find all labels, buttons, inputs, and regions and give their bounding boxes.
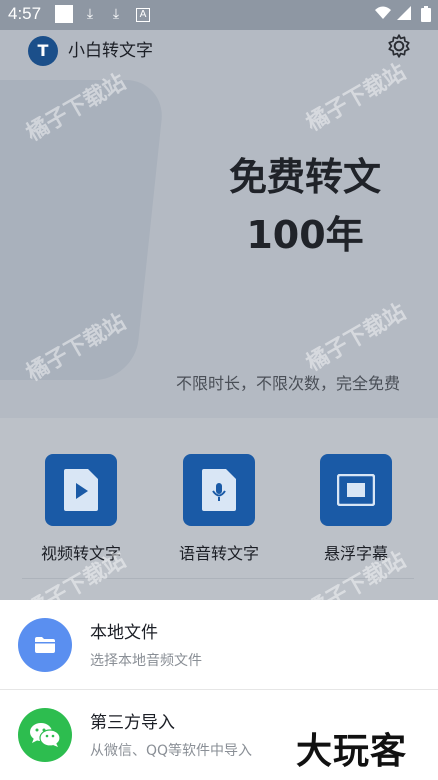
sheet-item-title: 第三方导入 xyxy=(90,713,175,733)
battery-icon xyxy=(418,6,434,22)
floating-window-icon xyxy=(320,454,392,526)
wifi-icon xyxy=(375,6,391,22)
app-logo: T xyxy=(28,36,58,66)
app-background: T 小白转文字 免费转文 100年 不限时长，不限次数，完全免费 橘子下载站 橘… xyxy=(0,30,438,600)
download-icon: ⤓ xyxy=(86,6,94,22)
status-time: 4:57 xyxy=(8,4,42,23)
signal-icon xyxy=(396,6,412,22)
hero-headline: 免费转文 100年 xyxy=(200,148,410,264)
sheet-item-subtitle: 选择本地音频文件 xyxy=(90,653,202,669)
a-icon: A xyxy=(136,8,150,22)
watermark: 橘子下载站 xyxy=(302,59,411,137)
watermark-logo: 大玩客 xyxy=(296,731,408,772)
headline-line2: 100年 xyxy=(246,213,364,257)
hero-subtitle: 不限时长，不限次数，完全免费 xyxy=(175,374,400,393)
watermark: 橘子下载站 xyxy=(302,299,411,377)
feature-speech-to-text[interactable]: 语音转文字 xyxy=(164,454,274,564)
status-bar: 4:57 ⤓ ⤓ A xyxy=(0,0,438,30)
wechat-icon xyxy=(18,708,72,762)
feature-video-to-text[interactable]: 视频转文字 xyxy=(26,454,136,564)
feature-grid: 视频转文字 语音转文字 悬浮字幕 橘子下载站 橘子下载站 xyxy=(0,418,438,600)
headline-line1: 免费转文 xyxy=(228,155,381,199)
video-file-icon xyxy=(45,454,117,526)
mic-file-icon xyxy=(183,454,255,526)
feature-label: 语音转文字 xyxy=(178,544,259,563)
sheet-item-local-file[interactable]: 本地文件 选择本地音频文件 xyxy=(0,600,438,690)
sheet-item-title: 本地文件 xyxy=(90,623,158,643)
square-icon xyxy=(55,5,73,23)
folder-icon xyxy=(18,618,72,672)
download-icon: ⤓ xyxy=(112,6,120,22)
sheet-item-subtitle: 从微信、QQ等软件中导入 xyxy=(90,743,253,759)
app-title: 小白转文字 xyxy=(68,41,153,61)
hero-banner: T 小白转文字 免费转文 100年 不限时长，不限次数，完全免费 橘子下载站 橘… xyxy=(0,30,438,418)
gear-icon[interactable] xyxy=(386,33,412,59)
